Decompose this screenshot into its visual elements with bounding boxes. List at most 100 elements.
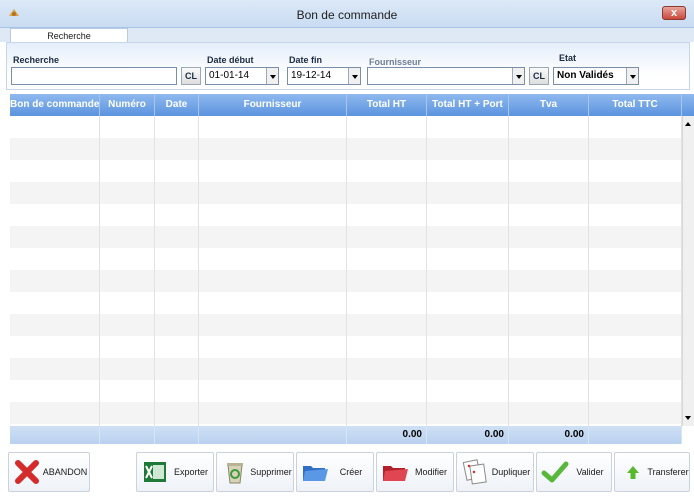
table-row[interactable] xyxy=(10,292,682,314)
table-cell xyxy=(155,314,199,336)
scroll-down-icon[interactable] xyxy=(685,416,691,420)
date-debut-select[interactable]: 01-01-14 xyxy=(205,67,279,85)
total-tva-value: 0.00 xyxy=(509,426,589,444)
table-row[interactable] xyxy=(10,138,682,160)
table-cell xyxy=(155,204,199,226)
chevron-down-icon[interactable] xyxy=(266,68,278,84)
table-cell xyxy=(100,336,155,358)
chevron-down-icon[interactable] xyxy=(348,68,360,84)
chevron-down-icon[interactable] xyxy=(512,68,524,84)
table-cell xyxy=(509,336,589,358)
column-header[interactable]: Total TTC xyxy=(589,94,682,116)
table-cell xyxy=(199,160,347,182)
table-row[interactable] xyxy=(10,116,682,138)
etat-select[interactable]: Non Validés xyxy=(553,67,639,85)
green-up-arrow-icon xyxy=(627,466,639,479)
table-cell xyxy=(155,116,199,138)
table-cell xyxy=(199,226,347,248)
table-cell xyxy=(10,138,100,160)
table-cell xyxy=(509,204,589,226)
table-row[interactable] xyxy=(10,402,682,424)
abandon-button[interactable]: ABANDON xyxy=(8,452,90,492)
column-header[interactable]: Bon de commande xyxy=(10,94,100,116)
modifier-button[interactable]: Modifier xyxy=(376,452,454,492)
window-title: Bon de commande xyxy=(296,8,398,22)
table-cell xyxy=(10,248,100,270)
table-cell xyxy=(10,380,100,402)
table-row[interactable] xyxy=(10,314,682,336)
fournisseur-select[interactable] xyxy=(367,67,525,85)
clear-fournisseur-button[interactable]: CL xyxy=(529,67,549,85)
table-cell xyxy=(509,226,589,248)
table-cell xyxy=(509,116,589,138)
table-cell xyxy=(199,270,347,292)
table-row[interactable] xyxy=(10,270,682,292)
table-cell xyxy=(347,380,427,402)
table-cell xyxy=(100,358,155,380)
table-cell xyxy=(100,248,155,270)
table-row[interactable] xyxy=(10,160,682,182)
table-cell xyxy=(100,226,155,248)
table-cell xyxy=(509,292,589,314)
table-row[interactable] xyxy=(10,380,682,402)
table-cell xyxy=(347,402,427,424)
checkmark-icon xyxy=(541,461,569,483)
vertical-scrollbar[interactable] xyxy=(682,116,694,426)
total-ht-port-value: 0.00 xyxy=(427,426,509,444)
table-cell xyxy=(427,160,509,182)
table-cell xyxy=(509,380,589,402)
table-row[interactable] xyxy=(10,336,682,358)
scroll-up-icon[interactable] xyxy=(685,122,691,126)
creer-button[interactable]: Créer xyxy=(296,452,374,492)
exporter-button[interactable]: Exporter xyxy=(136,452,214,492)
table-cell xyxy=(589,182,682,204)
transferer-button[interactable]: Transferer xyxy=(614,452,690,492)
table-row[interactable] xyxy=(10,358,682,380)
valider-label: Valider xyxy=(576,467,604,477)
chevron-down-icon[interactable] xyxy=(626,68,638,84)
table-cell xyxy=(100,270,155,292)
table-cell xyxy=(589,380,682,402)
table-cell xyxy=(155,138,199,160)
table-cell xyxy=(427,380,509,402)
dupliquer-button[interactable]: Dupliquer xyxy=(456,452,534,492)
column-header[interactable]: Total HT + Port xyxy=(427,94,509,116)
table-cell xyxy=(589,402,682,424)
table-cell xyxy=(347,160,427,182)
table-row[interactable] xyxy=(10,226,682,248)
clear-recherche-button[interactable]: CL xyxy=(181,67,201,85)
table-cell xyxy=(589,292,682,314)
table-cell xyxy=(509,248,589,270)
column-header[interactable]: Fournisseur xyxy=(199,94,347,116)
table-row[interactable] xyxy=(10,248,682,270)
column-header[interactable]: Date xyxy=(155,94,199,116)
total-cell xyxy=(10,426,100,444)
total-cell xyxy=(100,426,155,444)
total-ht-value: 0.00 xyxy=(347,426,427,444)
table-cell xyxy=(10,160,100,182)
column-header[interactable]: Tva xyxy=(509,94,589,116)
column-header[interactable]: Total HT xyxy=(347,94,427,116)
table-row[interactable] xyxy=(10,204,682,226)
date-fin-select[interactable]: 19-12-14 xyxy=(287,67,361,85)
table-cell xyxy=(427,358,509,380)
table-cell xyxy=(589,226,682,248)
table-cell xyxy=(155,182,199,204)
table-cell xyxy=(589,358,682,380)
supprimer-button[interactable]: Supprimer xyxy=(216,452,294,492)
table-cell xyxy=(155,402,199,424)
table-cell xyxy=(199,292,347,314)
table-cell xyxy=(155,358,199,380)
table-cell xyxy=(10,182,100,204)
column-header[interactable]: Numéro xyxy=(100,94,155,116)
recherche-input[interactable] xyxy=(11,67,177,85)
table-cell xyxy=(100,380,155,402)
table-row[interactable] xyxy=(10,182,682,204)
table-cell xyxy=(427,336,509,358)
table-cell xyxy=(347,226,427,248)
total-cell xyxy=(199,426,347,444)
table-cell xyxy=(199,138,347,160)
close-button[interactable]: x xyxy=(662,6,686,20)
valider-button[interactable]: Valider xyxy=(536,452,612,492)
table-cell xyxy=(427,204,509,226)
